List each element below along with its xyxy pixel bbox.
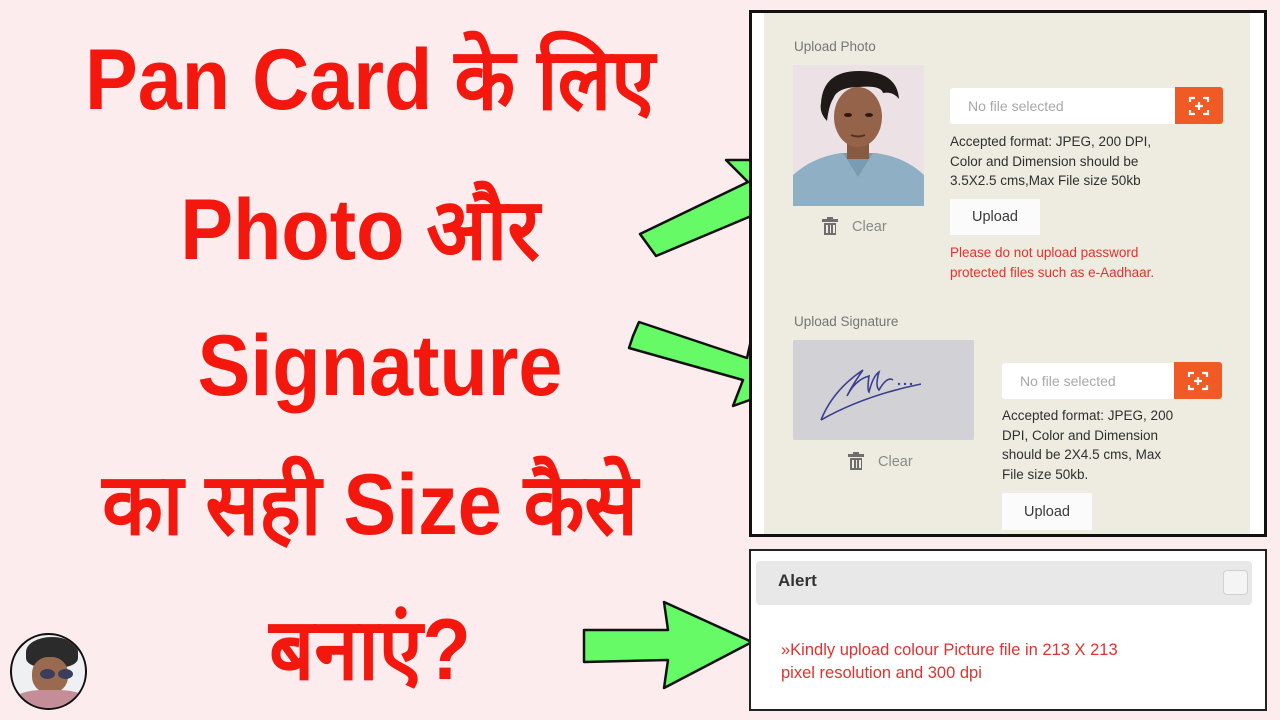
photo-help-line-1: Accepted format: JPEG, 200 DPI, <box>950 134 1152 149</box>
headline-line-4: का सही Size कैसे <box>102 457 638 553</box>
photo-format-help: Accepted format: JPEG, 200 DPI, Color an… <box>950 132 1151 191</box>
upload-signature-label: Upload Signature <box>794 314 899 329</box>
headline-line-1: Pan Card के लिए <box>85 32 655 128</box>
person-photo-image <box>793 65 924 206</box>
alert-close-button[interactable] <box>1223 570 1248 595</box>
headline-line-2: Photo और <box>180 182 540 278</box>
photo-help-line-3: 3.5X2.5 cms,Max File size 50kb <box>950 173 1141 188</box>
photo-warning-line-2: protected files such as e-Aadhaar. <box>950 264 1155 280</box>
photo-upload-button[interactable]: Upload <box>950 199 1040 235</box>
arrow-to-alert-icon <box>582 600 754 690</box>
photo-warning-line-1: Please do not upload password <box>950 245 1139 260</box>
photo-browse-button[interactable] <box>1175 87 1223 124</box>
photo-warning: Please do not upload password protected … <box>950 243 1154 282</box>
signature-help-line-3: should be 2X4.5 cms, Max <box>1002 447 1162 462</box>
headline-line-5: बनाएं? <box>269 602 471 698</box>
signature-format-help: Accepted format: JPEG, 200 DPI, Color an… <box>1002 406 1173 484</box>
signature-help-line-4: File size 50kb. <box>1002 466 1089 482</box>
signature-file-input[interactable]: No file selected <box>1002 363 1174 399</box>
signature-help-line-2: DPI, Color and Dimension <box>1002 427 1159 443</box>
signature-preview <box>793 340 974 440</box>
trash-icon <box>822 217 838 235</box>
photo-preview <box>793 65 924 206</box>
photo-clear-button[interactable]: Clear <box>822 217 887 235</box>
upload-panel: Upload Photo Clear No file selected Acce… <box>749 10 1267 537</box>
alert-header: Alert <box>756 561 1252 605</box>
trash-icon <box>848 452 864 470</box>
avatar-shirt <box>12 690 85 708</box>
headline-line-3: Signature <box>197 318 563 414</box>
alert-message-line-1: »Kindly upload colour Picture file in 21… <box>781 641 1118 659</box>
photo-clear-label: Clear <box>852 218 887 235</box>
signature-browse-button[interactable] <box>1174 362 1222 399</box>
signature-upload-button[interactable]: Upload <box>1002 493 1092 530</box>
signature-image <box>793 340 974 440</box>
add-file-icon <box>1187 371 1209 390</box>
alert-title: Alert <box>778 571 817 590</box>
upload-photo-label: Upload Photo <box>794 39 876 54</box>
alert-message: »Kindly upload colour Picture file in 21… <box>781 639 1231 685</box>
photo-file-input[interactable]: No file selected <box>950 88 1175 124</box>
photo-help-line-2: Color and Dimension should be <box>950 153 1139 169</box>
add-file-icon <box>1188 96 1210 115</box>
signature-clear-label: Clear <box>878 453 913 470</box>
alert-dialog: Alert »Kindly upload colour Picture file… <box>749 549 1267 711</box>
upload-form: Upload Photo Clear No file selected Acce… <box>764 13 1250 534</box>
signature-help-line-1: Accepted format: JPEG, 200 <box>1002 408 1174 423</box>
alert-message-line-2: pixel resolution and 300 dpi <box>781 664 982 682</box>
channel-avatar <box>10 633 87 710</box>
avatar-sunglasses <box>40 669 76 679</box>
signature-clear-button[interactable]: Clear <box>848 452 913 470</box>
